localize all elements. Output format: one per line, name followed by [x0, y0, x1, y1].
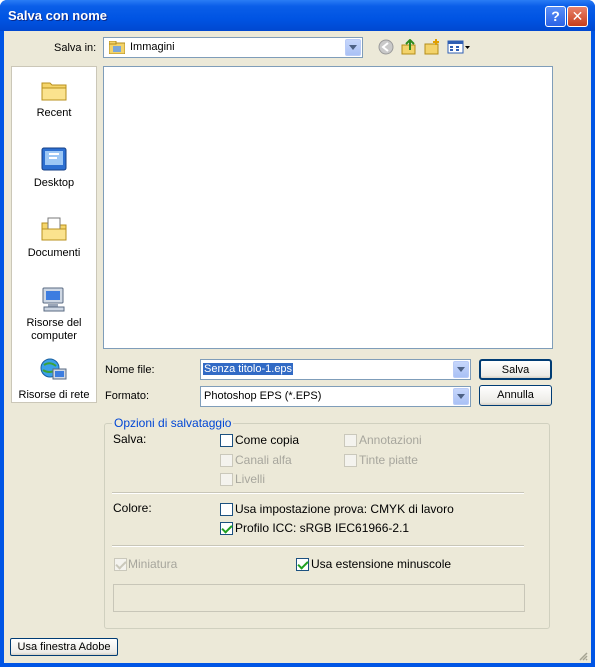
help-button[interactable]: ? — [545, 6, 566, 27]
location-value: Immagini — [130, 41, 175, 53]
thumbnail-checkbox[interactable] — [114, 558, 127, 571]
view-menu-icon[interactable] — [447, 39, 471, 55]
place-label: Risorse di rete — [18, 389, 90, 401]
place-network[interactable]: Risorse di rete — [12, 357, 96, 402]
warning-message-area — [113, 584, 525, 612]
thumbnail-label: Miniatura — [128, 557, 178, 571]
filename-label: Nome file: — [105, 364, 155, 376]
spot-colors-checkbox[interactable] — [344, 454, 357, 467]
location-combo[interactable]: Immagini — [103, 37, 363, 58]
new-folder-icon[interactable] — [424, 39, 440, 55]
spot-colors-label: Tinte piatte — [359, 453, 418, 467]
save-in-label: Salva in: — [54, 42, 97, 54]
place-label: Documenti — [27, 247, 81, 259]
desktop-icon — [39, 145, 69, 173]
annotations-checkbox[interactable] — [344, 434, 357, 447]
back-icon[interactable] — [378, 39, 394, 55]
chevron-down-icon[interactable] — [453, 361, 469, 378]
chevron-down-icon[interactable] — [345, 39, 361, 56]
place-my-computer[interactable]: Risorse del computer — [12, 285, 96, 343]
folder-icon — [108, 40, 126, 55]
cancel-button[interactable]: Annulla — [479, 385, 552, 406]
title-bar[interactable]: Salva con nome ? ✕ — [0, 0, 595, 31]
place-label: Recent — [36, 107, 72, 119]
dialog-window: Salva con nome ? ✕ Salva in: Immagini Re… — [0, 0, 595, 667]
separator — [112, 492, 524, 494]
filename-input[interactable]: Senza titolo-1.eps — [200, 359, 471, 380]
chevron-down-icon[interactable] — [453, 388, 469, 405]
save-options-title: Opzioni di salvataggio — [112, 416, 234, 430]
file-list[interactable] — [103, 66, 553, 349]
format-label: Formato: — [105, 390, 150, 402]
separator — [112, 545, 524, 547]
place-label: Desktop — [33, 177, 75, 189]
dialog-body: Salva in: Immagini Recent Desktop Docume… — [4, 31, 591, 663]
resize-grip-icon[interactable] — [578, 651, 588, 661]
format-select[interactable]: Photoshop EPS (*.EPS) — [200, 386, 471, 407]
dialog-title: Salva con nome — [8, 8, 107, 23]
as-copy-checkbox[interactable] — [220, 434, 233, 447]
save-label: Salva: — [113, 432, 147, 446]
annotations-label: Annotazioni — [359, 433, 422, 447]
my-computer-icon — [39, 285, 69, 313]
color-label: Colore: — [113, 501, 152, 515]
proof-setup-checkbox[interactable] — [220, 503, 233, 516]
use-adobe-dialog-button[interactable]: Usa finestra Adobe — [10, 638, 118, 656]
icc-profile-checkbox[interactable] — [220, 522, 233, 535]
proof-setup-label: Usa impostazione prova: CMYK di lavoro — [235, 502, 454, 516]
lowercase-extension-label: Usa estensione minuscole — [311, 557, 452, 571]
close-button[interactable]: ✕ — [567, 6, 588, 27]
save-button[interactable]: Salva — [479, 359, 552, 380]
layers-label: Livelli — [235, 472, 266, 486]
layers-checkbox[interactable] — [220, 473, 233, 486]
up-folder-icon[interactable] — [401, 38, 417, 55]
icc-profile-label: Profilo ICC: sRGB IEC61966-2.1 — [235, 521, 410, 535]
place-documents[interactable]: Documenti — [12, 215, 96, 260]
documents-folder-icon — [39, 215, 69, 243]
place-recent[interactable]: Recent — [12, 75, 96, 120]
alpha-channels-label: Canali alfa — [235, 453, 292, 467]
places-bar: Recent Desktop Documenti Risorse del com… — [11, 66, 97, 403]
network-icon — [39, 357, 69, 385]
place-desktop[interactable]: Desktop — [12, 145, 96, 190]
alpha-channels-checkbox[interactable] — [220, 454, 233, 467]
format-value: Photoshop EPS (*.EPS) — [204, 390, 322, 402]
lowercase-extension-checkbox[interactable] — [296, 558, 309, 571]
place-label: Risorse del computer — [26, 317, 82, 342]
as-copy-label: Come copia — [235, 433, 300, 447]
folder-recent-icon — [39, 75, 69, 103]
filename-value: Senza titolo-1.eps — [203, 363, 294, 375]
